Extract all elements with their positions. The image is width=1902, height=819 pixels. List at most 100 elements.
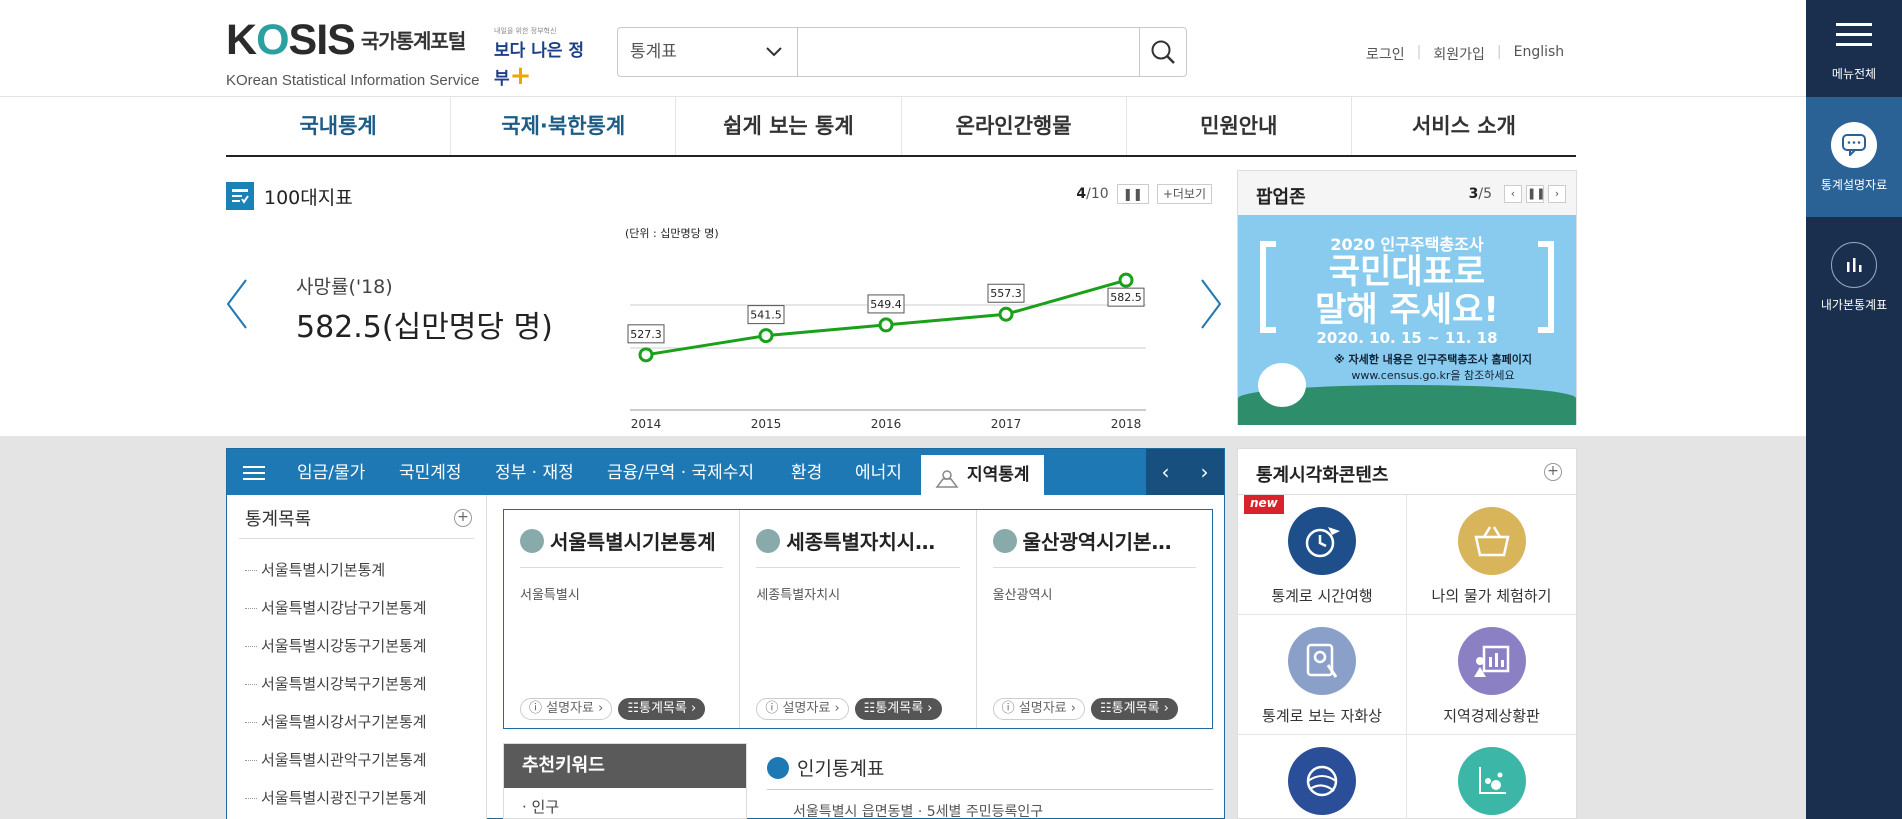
- nav-civil-service[interactable]: 민원안내: [1125, 97, 1351, 155]
- chart-data-label: 557.3: [990, 287, 1022, 300]
- stat-description-button[interactable]: 통계설명자료: [1806, 97, 1902, 217]
- indicators-title-text: 100대지표: [264, 186, 353, 209]
- list-item[interactable]: 서울특별시강동구기본통계: [245, 627, 486, 665]
- chevron-right-icon: [1201, 279, 1222, 329]
- tab-regional-stats-label: 지역통계: [967, 465, 1030, 485]
- stat-description-label: 통계설명자료: [1820, 177, 1888, 192]
- description-button[interactable]: ⓘ 설명자료 ›: [520, 698, 613, 720]
- description-button[interactable]: ⓘ 설명자료 ›: [992, 698, 1085, 720]
- main-navigation: 국내통계 국제·북한통계 쉽게 보는 통계 온라인간행물 민원안내 서비스 소개: [226, 97, 1576, 157]
- signup-link[interactable]: 회원가입: [1421, 44, 1497, 64]
- my-viewed-tables-label: 내가본통계표: [1820, 297, 1888, 312]
- viz-item-label: 통계로 시간여행: [1271, 587, 1373, 605]
- chart-point: [1118, 272, 1134, 288]
- hamburger-icon[interactable]: [243, 462, 265, 484]
- viz-item-globe[interactable]: [1238, 735, 1407, 819]
- prev-indicator-button[interactable]: [226, 278, 248, 334]
- viz-item-scatter[interactable]: [1407, 735, 1576, 819]
- viz-item-label: 통계로 보는 자화상: [1262, 707, 1382, 725]
- bar-chart-icon: [767, 756, 789, 779]
- popup-pause-button[interactable]: ❚❚: [1526, 185, 1545, 203]
- logo-subtitle: KOrean Statistical Information Service: [226, 72, 480, 89]
- tab-government-finance[interactable]: 정부 · 재정: [495, 449, 574, 497]
- tab-environment[interactable]: 환경: [791, 449, 822, 497]
- banner-line-5: ※ 자세한 내용은 인구주택총조사 홈페이지: [1333, 353, 1533, 366]
- census-banner[interactable]: 2020 인구주택총조사 국민대표로 말해 주세요! 2020. 10. 15 …: [1238, 215, 1576, 425]
- gov-badge-main: 보다 나은 정부: [494, 41, 585, 89]
- viz-item-price-experience[interactable]: 나의 물가 체험하기: [1407, 495, 1576, 615]
- scatter-icon: [1457, 747, 1526, 815]
- chart-unit-label: (단위 : 십만명당 명): [625, 227, 719, 240]
- region-card-ulsan[interactable]: 울산광역시기본… 울산광역시 ⓘ 설명자료 › ☷통계목록 ›: [975, 510, 1212, 728]
- logo-main-text: KOSIS: [226, 16, 356, 64]
- chart-x-tick-label: 2017: [991, 417, 1022, 430]
- chart-x-tick-label: 2014: [631, 417, 662, 430]
- nav-domestic-stats[interactable]: 국내통계: [226, 97, 450, 155]
- banner-line-2: 국민대표로: [1328, 252, 1486, 292]
- popup-next-button[interactable]: ›: [1548, 185, 1566, 203]
- chevron-left-icon: [226, 279, 247, 329]
- nav-online-publications[interactable]: 온라인간행물: [900, 97, 1126, 155]
- login-link[interactable]: 로그인: [1354, 44, 1417, 64]
- right-quick-sidebar: 메뉴전체 통계설명자료 내가본통계표: [1806, 0, 1902, 819]
- indicator-value: 582.5(십만명당 명): [296, 310, 553, 345]
- stat-list-button[interactable]: ☷통계목록 ›: [854, 698, 942, 720]
- viz-item-self-portrait[interactable]: 통계로 보는 자화상: [1238, 615, 1407, 735]
- expand-plus-icon[interactable]: +: [1544, 463, 1562, 481]
- key-indicators-section: 100대지표 4/10 ❚❚ +더보기 사망률('18) 582.5(십만명당 …: [226, 170, 1222, 430]
- tab-finance-trade[interactable]: 금융/무역 · 국제수지: [607, 449, 754, 497]
- search-input[interactable]: [799, 28, 1119, 76]
- list-item[interactable]: 서울특별시광진구기본통계: [245, 779, 486, 817]
- clock-plane-icon: [1288, 507, 1356, 575]
- popular-tables-title-text: 인기통계표: [797, 758, 885, 780]
- my-viewed-tables-button[interactable]: 내가본통계표: [1806, 217, 1902, 337]
- keyword-item[interactable]: · 인구: [504, 788, 746, 819]
- divider: [767, 789, 1213, 790]
- region-card-subtitle: 서울특별시: [520, 588, 580, 603]
- region-card-seoul[interactable]: 서울특별시기본통계 서울특별시 ⓘ 설명자료 › ☷통계목록 ›: [504, 510, 739, 728]
- pause-button[interactable]: ❚❚: [1116, 184, 1149, 204]
- english-link[interactable]: English: [1502, 44, 1577, 64]
- search-icon: [1151, 40, 1175, 64]
- next-indicator-button[interactable]: [1200, 278, 1222, 334]
- description-button[interactable]: ⓘ 설명자료 ›: [756, 698, 849, 720]
- list-item[interactable]: 서울특별시강남구기본통계: [245, 589, 486, 627]
- tab-national-accounts[interactable]: 국민계정: [399, 449, 462, 497]
- list-item[interactable]: 서울특별시관악구기본통계: [245, 741, 486, 779]
- viz-item-regional-economy[interactable]: 지역경제상황판: [1407, 615, 1576, 735]
- nav-service-intro[interactable]: 서비스 소개: [1350, 97, 1576, 155]
- category-tabs: 임금/물가 국민계정 정부 · 재정 금융/무역 · 국제수지 환경 에너지 지…: [227, 449, 1224, 495]
- tab-next-button[interactable]: ›: [1185, 449, 1224, 495]
- recommended-keywords-title: 추천키워드: [504, 744, 746, 788]
- nav-easy-stats[interactable]: 쉽게 보는 통계: [675, 97, 900, 155]
- kosis-logo[interactable]: KOSIS 국가통계포털 KOrean Statistical Informati…: [226, 16, 496, 89]
- viz-item-time-travel[interactable]: new 통계로 시간여행: [1238, 495, 1407, 615]
- tab-wages-prices[interactable]: 임금/물가: [297, 449, 365, 497]
- tab-regional-stats[interactable]: 지역통계: [921, 455, 1044, 495]
- popup-zone-title: 팝업존: [1256, 187, 1306, 208]
- checklist-icon: [226, 182, 254, 210]
- list-item[interactable]: 서울특별시강서구기본통계: [245, 703, 486, 741]
- viz-item-label: 지역경제상황판: [1443, 707, 1540, 725]
- popular-table-item[interactable]: 서울특별시 읍면동별 · 5세별 주민등록인구: [793, 801, 1043, 819]
- banner-line-6: www.census.go.kr을 참조하세요: [1351, 369, 1515, 382]
- all-menu-button[interactable]: 메뉴전체: [1806, 0, 1902, 97]
- more-button[interactable]: +더보기: [1156, 184, 1212, 204]
- stat-list-button[interactable]: ☷통계목록 ›: [1090, 698, 1178, 720]
- stat-list-button[interactable]: ☷통계목록 ›: [618, 698, 706, 720]
- popup-controls: 3/5 ‹ ❚❚ ›: [1469, 185, 1566, 203]
- expand-plus-icon[interactable]: +: [454, 509, 472, 527]
- tab-energy[interactable]: 에너지: [855, 449, 902, 497]
- nav-international-stats[interactable]: 국제·북한통계: [450, 97, 675, 155]
- search-button[interactable]: [1139, 28, 1186, 76]
- basket-icon: [1457, 507, 1526, 575]
- list-item[interactable]: 서울특별시기본통계: [245, 551, 486, 589]
- region-card-sejong[interactable]: 세종특별자치시… 세종특별자치시 ⓘ 설명자료 › ☷통계목록 ›: [739, 510, 975, 728]
- tab-prev-button[interactable]: ‹: [1146, 449, 1185, 495]
- list-item[interactable]: 서울특별시강북구기본통계: [245, 665, 486, 703]
- globe-icon: [1288, 747, 1356, 815]
- popup-prev-button[interactable]: ‹: [1504, 185, 1522, 203]
- chart-data-label: 549.4: [870, 298, 902, 311]
- search-category-select[interactable]: 통계표: [618, 28, 798, 76]
- region-map-icon: [756, 528, 781, 553]
